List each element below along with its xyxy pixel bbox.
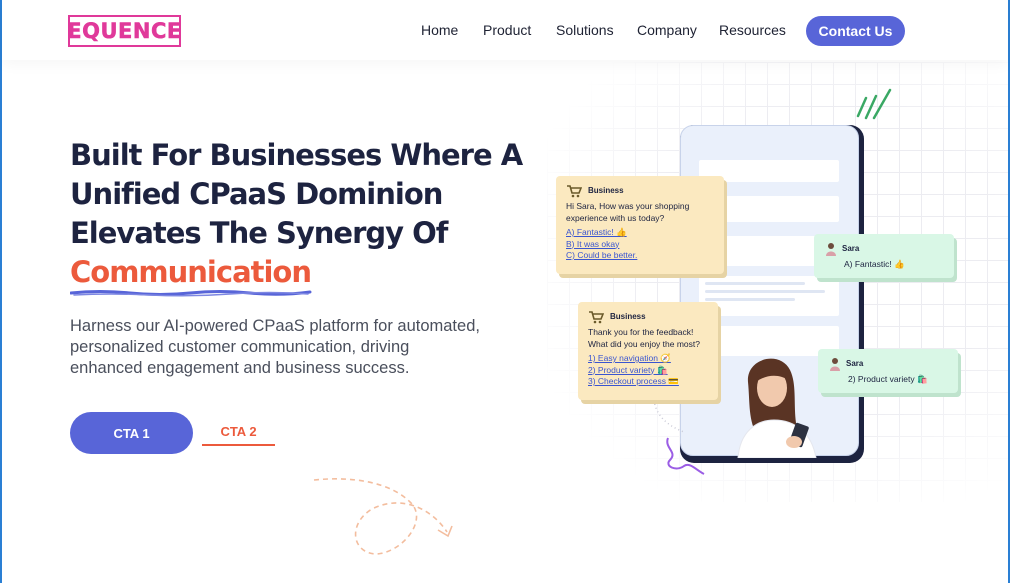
dotted-curve-icon: [653, 399, 685, 433]
cart-icon: [589, 311, 604, 324]
customer-sender-label: Sara: [842, 244, 860, 254]
subtext-line-2: personalized customer communication, dri…: [70, 338, 410, 356]
site-header: EQUENCE Home Product Solutions Company R…: [2, 0, 1008, 60]
subtext-line-1: Harness our AI-powered CPaaS platform fo…: [70, 317, 480, 335]
nav-solutions[interactable]: Solutions: [556, 22, 614, 38]
option-3-link[interactable]: 3) Checkout process 💳: [588, 376, 708, 388]
customer-message-text: 2) Product variety 🛍️: [848, 374, 928, 384]
headline-line-1: Built For Businesses Where A: [70, 138, 523, 172]
customer-photo: [737, 358, 817, 458]
squiggle-underline-icon: [70, 290, 312, 297]
user-avatar-icon: [826, 243, 836, 256]
business-message-1: Business Hi Sara, How was your shopping …: [556, 176, 724, 274]
dashed-arrow-icon: [313, 478, 453, 555]
business-message-text: Hi Sara, How was your shopping experienc…: [566, 201, 690, 223]
nav-product[interactable]: Product: [483, 22, 531, 38]
nav-company[interactable]: Company: [637, 22, 697, 38]
brand-logo[interactable]: EQUENCE: [67, 15, 182, 47]
cta-primary-button[interactable]: CTA 1: [70, 412, 193, 454]
contact-us-button[interactable]: Contact Us: [806, 16, 905, 46]
customer-message-2: Sara 2) Product variety 🛍️: [818, 349, 958, 393]
business-sender-label: Business: [610, 312, 646, 322]
user-avatar-icon: [830, 358, 840, 371]
headline-line-2: Unified CPaaS Dominion: [70, 177, 443, 211]
hero-headline: Built For Businesses Where A Unified CPa…: [70, 136, 540, 292]
headline-line-3: Elevates The Synergy Of: [70, 216, 448, 250]
hero-subtext: Harness our AI-powered CPaaS platform fo…: [70, 316, 520, 379]
customer-message-text: A) Fantastic! 👍: [844, 259, 905, 269]
headline-accent-word: Communication: [70, 255, 312, 289]
option-c-link[interactable]: C) Could be better.: [566, 250, 714, 262]
cta-secondary-link[interactable]: CTA 2: [202, 424, 275, 446]
option-2-link[interactable]: 2) Product variety 🛍️: [588, 365, 708, 377]
business-message-text: Thank you for the feedback! What did you…: [588, 327, 700, 349]
option-a-link[interactable]: A) Fantastic! 👍: [566, 227, 714, 239]
customer-sender-label: Sara: [846, 359, 864, 369]
customer-message-1: Sara A) Fantastic! 👍: [814, 234, 954, 278]
subtext-line-3: enhanced engagement and business success…: [70, 359, 410, 377]
sparkle-icon: [856, 88, 892, 120]
option-b-link[interactable]: B) It was okay: [566, 239, 714, 251]
sparkle-icon: [666, 437, 705, 475]
logo-text: EQUENCE: [67, 19, 182, 44]
nav-resources[interactable]: Resources: [719, 22, 786, 38]
cart-icon: [567, 185, 582, 198]
business-message-2: Business Thank you for the feedback! Wha…: [578, 302, 718, 400]
nav-home[interactable]: Home: [421, 22, 458, 38]
business-sender-label: Business: [588, 186, 624, 196]
option-1-link[interactable]: 1) Easy navigation 🧭: [588, 353, 708, 365]
